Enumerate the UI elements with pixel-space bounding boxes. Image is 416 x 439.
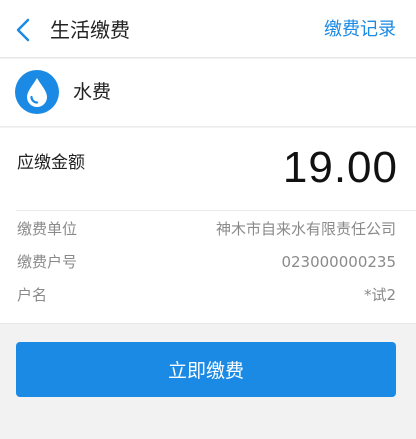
detail-row-payee: 缴费单位 神木市自来水有限责任公司 — [0, 216, 416, 242]
payment-page: 生活缴费 缴费记录 水费 应缴金额 19.00 缴费单位 神木市自来水有限责任公… — [0, 0, 416, 439]
amount-due-label: 应缴金额 — [17, 153, 85, 173]
back-arrow-icon[interactable] — [12, 15, 36, 45]
divider — [16, 210, 416, 211]
payment-records-link[interactable]: 缴费记录 — [324, 15, 396, 45]
provider-row: 水费 — [0, 59, 416, 127]
payee-value: 神木市自来水有限责任公司 — [215, 220, 396, 238]
detail-row-account-name: 户名 *试2 — [0, 282, 416, 308]
amount-due-value: 19.00 — [282, 143, 398, 192]
account-name-value: *试2 — [363, 286, 396, 304]
detail-row-account-number: 缴费户号 023000000235 — [0, 249, 416, 275]
header-bar: 生活缴费 缴费记录 — [0, 0, 416, 58]
water-drop-icon — [15, 70, 59, 114]
pay-now-button[interactable]: 立即缴费 — [16, 342, 396, 397]
account-number-value: 023000000235 — [281, 253, 396, 271]
account-number-label: 缴费户号 — [17, 253, 78, 271]
bill-details-card: 应缴金额 19.00 缴费单位 神木市自来水有限责任公司 缴费户号 023000… — [0, 128, 416, 324]
account-name-label: 户名 — [17, 286, 48, 304]
page-title: 生活缴费 — [50, 18, 130, 42]
payee-label: 缴费单位 — [17, 220, 78, 238]
provider-name: 水费 — [73, 81, 112, 103]
